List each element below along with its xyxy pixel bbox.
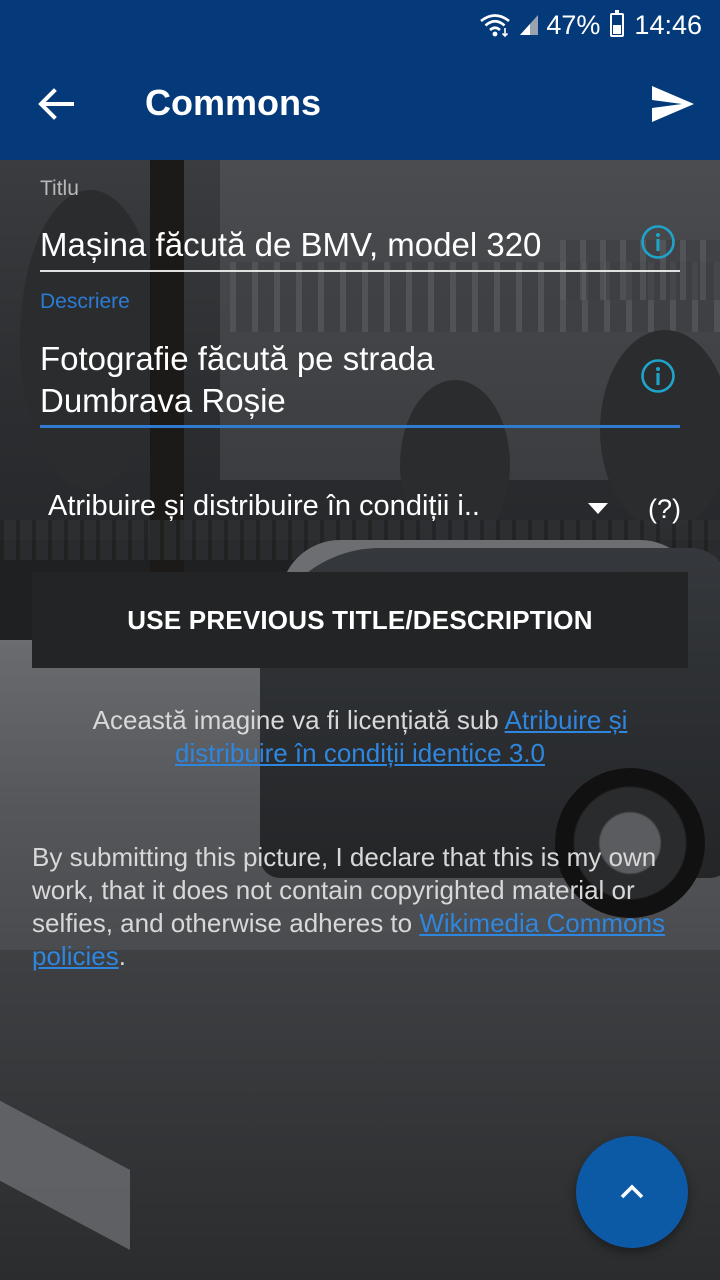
wifi-icon [480,14,511,38]
license-note-text: Această imagine va fi licențiată sub [92,705,505,735]
description-label: Descriere [40,290,130,313]
app-bar: Commons [0,50,720,160]
clock: 14:46 [634,9,702,40]
declaration-suffix: . [118,941,126,971]
declaration: By submitting this picture, I declare th… [32,841,682,973]
battery-icon [610,10,625,37]
description-line-2: Dumbrava Roșie [40,382,286,419]
description-line-1: Fotografie făcută pe strada [40,340,435,377]
arrow-back-icon[interactable] [32,80,80,128]
status-bar: 47% 14:46 [0,0,720,50]
license-help[interactable]: (?) [648,494,681,525]
send-icon[interactable] [648,80,696,128]
license-dropdown[interactable]: Atribuire și distribuire în condiții i.. [48,490,480,523]
description-field[interactable]: Fotografie făcută pe strada Dumbrava Roș… [40,338,434,422]
title-info-icon[interactable] [640,224,676,260]
use-previous-button[interactable]: USE PREVIOUS TITLE/DESCRIPTION [32,572,688,668]
description-underline [40,425,680,428]
title-label: Titlu [40,177,79,200]
signal-icon [520,15,539,35]
title-underline [40,270,680,272]
expand-fab[interactable] [576,1136,688,1248]
title-field[interactable]: Mașina făcută de BMV, model 320 [40,224,541,266]
battery-percent: 47% [546,9,601,40]
license-note: Această imagine va fi licențiată sub Atr… [40,704,680,770]
description-info-icon[interactable] [640,358,676,394]
chevron-down-icon[interactable] [588,503,608,514]
chevron-up-icon [620,1184,644,1199]
app-title: Commons [145,82,322,123]
